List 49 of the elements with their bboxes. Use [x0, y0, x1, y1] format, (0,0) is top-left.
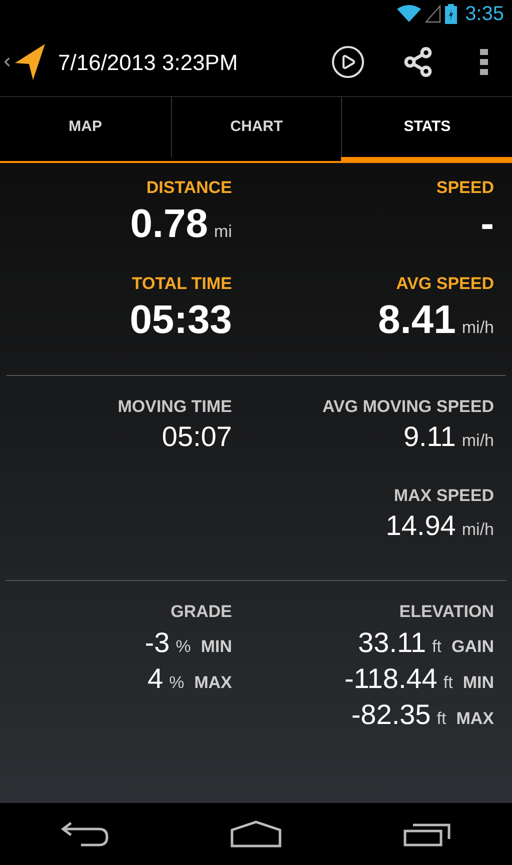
stat-label: MOVING TIME [118, 396, 232, 418]
stat-unit: mi [214, 220, 232, 242]
share-icon [402, 46, 434, 78]
stat-label: SPEED [436, 177, 494, 199]
stat-value: 05:07 [162, 420, 232, 454]
stat-label: GRADE [170, 601, 232, 623]
stat-unit: ft [443, 672, 453, 694]
stat-label: DISTANCE [146, 177, 232, 199]
stat-label: AVG MOVING SPEED [322, 396, 494, 418]
play-icon [330, 44, 366, 80]
stat-value: 9.11 [403, 420, 456, 454]
stat-value: -3 [144, 626, 170, 660]
stat-label: MAX SPEED [394, 485, 494, 507]
overflow-icon [480, 49, 488, 75]
stat-qualifier: GAIN [452, 636, 494, 658]
recent-apps-icon [402, 821, 451, 847]
stat-value: - [480, 200, 494, 246]
stat-unit: ft [432, 636, 442, 658]
window-title: 7/16/2013 3:23PM [58, 48, 239, 76]
stat-qualifier: MAX [194, 672, 232, 694]
clock: 3:35 [465, 2, 504, 27]
battery-icon [445, 4, 458, 24]
stat-label: TOTAL TIME [132, 273, 232, 295]
home-icon [230, 820, 282, 848]
tab[interactable]: CHART [170, 97, 342, 157]
back-icon [61, 821, 110, 847]
navigation-arrow-icon [14, 43, 46, 81]
stat-value: 33.11 [358, 626, 426, 660]
stat-unit: ft [436, 708, 446, 730]
stat-unit: mi/h [462, 316, 494, 338]
stat-value: -82.35 [351, 698, 431, 732]
stat-value: 0.78 [130, 200, 208, 246]
stat-value: 05:33 [130, 296, 232, 342]
stat-qualifier: MIN [462, 672, 494, 694]
stat-unit: mi/h [462, 518, 494, 540]
stat-label: ELEVATION [399, 601, 494, 623]
stat-qualifier: MAX [456, 708, 494, 730]
stat-value: -118.44 [344, 662, 438, 696]
stat-unit: % [176, 636, 191, 658]
stat-value: 14.94 [386, 508, 456, 542]
stat-value: 4 [148, 662, 164, 696]
stat-unit: % [169, 672, 184, 694]
stat-value: 8.41 [378, 296, 456, 342]
stat-qualifier: MIN [200, 636, 232, 658]
stat-label: AVG SPEED [396, 273, 494, 295]
stat-unit: mi/h [462, 430, 494, 452]
wifi-icon [397, 5, 422, 23]
tab[interactable]: MAP [0, 97, 171, 157]
signal-icon [425, 5, 442, 23]
